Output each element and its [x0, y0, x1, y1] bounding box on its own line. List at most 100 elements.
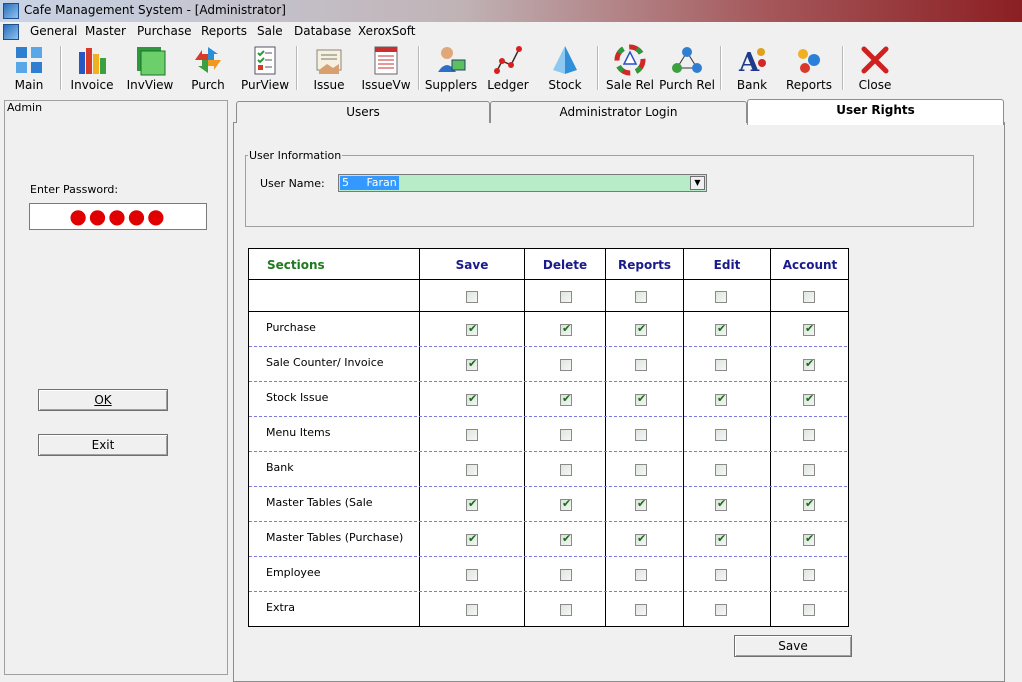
row-2-save-checkbox[interactable]: ✔	[466, 357, 478, 371]
row-3-reports-checkbox[interactable]: ✔	[635, 392, 647, 406]
row-7-delete-checkbox[interactable]: ✔	[560, 532, 572, 546]
chevron-down-icon[interactable]: ▼	[690, 176, 705, 190]
row-9-save-checkbox[interactable]	[466, 604, 478, 616]
row-1-account-checkbox[interactable]: ✔	[803, 322, 815, 336]
invview-label: InvView	[126, 78, 174, 92]
bank-label: Bank	[736, 78, 768, 92]
row-1-reports-checkbox[interactable]: ✔	[635, 322, 647, 336]
row-9-edit-checkbox[interactable]	[715, 604, 727, 616]
select-all-reports-checkbox[interactable]	[635, 291, 647, 303]
row-8-reports-checkbox[interactable]	[635, 569, 647, 581]
select-all-save-checkbox[interactable]	[466, 291, 478, 303]
row-3-delete-checkbox[interactable]: ✔	[560, 392, 572, 406]
row-4-account-checkbox[interactable]	[803, 429, 815, 441]
menu-reports[interactable]: Reports	[199, 24, 249, 38]
row-8-edit-checkbox[interactable]	[715, 569, 727, 581]
menu-master[interactable]: Master	[83, 24, 128, 38]
issue-view-icon	[374, 46, 398, 75]
row-3-save-checkbox[interactable]: ✔	[466, 392, 478, 406]
close-label: Close	[858, 78, 892, 92]
row-2-delete-checkbox[interactable]	[560, 359, 572, 371]
stock-button[interactable]: Stock	[537, 42, 593, 94]
select-all-account-checkbox[interactable]	[803, 291, 815, 303]
reports-label: Reports	[785, 78, 833, 92]
row-9-account-checkbox[interactable]	[803, 604, 815, 616]
row-6-account-checkbox[interactable]: ✔	[803, 497, 815, 511]
main-button[interactable]: Main	[1, 42, 57, 94]
mdi-child-icon[interactable]	[3, 24, 19, 40]
row-5-account-checkbox[interactable]	[803, 464, 815, 476]
user-info-legend: User Information	[248, 149, 343, 162]
row-2-edit-checkbox[interactable]	[715, 359, 727, 371]
menu-sale[interactable]: Sale	[255, 24, 285, 38]
row-4-reports-checkbox[interactable]	[635, 429, 647, 441]
stock-label: Stock	[548, 78, 582, 92]
select-all-delete-checkbox[interactable]	[560, 291, 572, 303]
check-mark-icon: ✔	[468, 532, 478, 545]
row-8-save-checkbox[interactable]	[466, 569, 478, 581]
invoice-button[interactable]: Invoice	[64, 42, 120, 94]
menu-bar: General Master Purchase Reports Sale Dat…	[0, 22, 1022, 42]
save-rights-button[interactable]: Save	[734, 635, 852, 657]
bank-button[interactable]: A Bank	[724, 42, 780, 94]
username-dropdown[interactable]: 5 Faran ▼	[338, 174, 707, 192]
row-1-edit-checkbox[interactable]: ✔	[715, 322, 727, 336]
row-4-edit-checkbox[interactable]	[715, 429, 727, 441]
sale-rel-button[interactable]: Sale Rel	[602, 42, 658, 94]
row-2-account-checkbox[interactable]: ✔	[803, 357, 815, 371]
grid-column-divider	[770, 249, 771, 626]
row-1-delete-checkbox[interactable]: ✔	[560, 322, 572, 336]
supplers-button[interactable]: Supplers	[423, 42, 479, 94]
purch-button[interactable]: Purch	[180, 42, 236, 94]
row-separator	[249, 591, 847, 592]
row-7-reports-checkbox[interactable]: ✔	[635, 532, 647, 546]
issuevw-button[interactable]: IssueVw	[358, 42, 414, 94]
row-8-account-checkbox[interactable]	[803, 569, 815, 581]
row-separator	[249, 556, 847, 557]
row-8-delete-checkbox[interactable]	[560, 569, 572, 581]
row-5-edit-checkbox[interactable]	[715, 464, 727, 476]
select-all-edit-checkbox[interactable]	[715, 291, 727, 303]
exit-button[interactable]: Exit	[38, 434, 168, 456]
row-7-edit-checkbox[interactable]: ✔	[715, 532, 727, 546]
row-9-delete-checkbox[interactable]	[560, 604, 572, 616]
row-5-save-checkbox[interactable]	[466, 464, 478, 476]
tab-user-rights[interactable]: User Rights	[747, 99, 1004, 125]
tab-users[interactable]: Users	[236, 101, 490, 123]
username-label: User Name:	[260, 177, 325, 190]
row-7-save-checkbox[interactable]: ✔	[466, 532, 478, 546]
menu-database[interactable]: Database	[292, 24, 353, 38]
window-title: Cafe Management System - [Administrator]	[24, 3, 286, 17]
row-9-reports-checkbox[interactable]	[635, 604, 647, 616]
row-6-reports-checkbox[interactable]: ✔	[635, 497, 647, 511]
row-1-save-checkbox[interactable]: ✔	[466, 322, 478, 336]
ok-button[interactable]: OK	[38, 389, 168, 411]
purview-button[interactable]: PurView	[237, 42, 293, 94]
check-mark-icon: ✔	[637, 497, 647, 510]
row-6-edit-checkbox[interactable]: ✔	[715, 497, 727, 511]
row-6-save-checkbox[interactable]: ✔	[466, 497, 478, 511]
menu-purchase[interactable]: Purchase	[135, 24, 194, 38]
grid-column-divider	[605, 249, 606, 626]
grid-row-divider	[249, 311, 848, 312]
reports-button[interactable]: Reports	[781, 42, 837, 94]
row-2-reports-checkbox[interactable]	[635, 359, 647, 371]
menu-general[interactable]: General	[28, 24, 79, 38]
password-field[interactable]: ●●●●●	[29, 203, 207, 230]
row-4-save-checkbox[interactable]	[466, 429, 478, 441]
issue-button[interactable]: Issue	[301, 42, 357, 94]
row-3-edit-checkbox[interactable]: ✔	[715, 392, 727, 406]
row-6-delete-checkbox[interactable]: ✔	[560, 497, 572, 511]
invview-button[interactable]: InvView	[122, 42, 178, 94]
row-7-account-checkbox[interactable]: ✔	[803, 532, 815, 546]
ledger-button[interactable]: Ledger	[480, 42, 536, 94]
purch-rel-button[interactable]: Purch Rel	[659, 42, 715, 94]
close-button[interactable]: Close	[847, 42, 903, 94]
row-3-account-checkbox[interactable]: ✔	[803, 392, 815, 406]
row-5-delete-checkbox[interactable]	[560, 464, 572, 476]
tab-administrator-login[interactable]: Administrator Login	[490, 101, 747, 123]
row-4-delete-checkbox[interactable]	[560, 429, 572, 441]
svg-text:A: A	[738, 48, 760, 76]
row-5-reports-checkbox[interactable]	[635, 464, 647, 476]
menu-xeroxsoft[interactable]: XeroxSoft	[356, 24, 418, 38]
